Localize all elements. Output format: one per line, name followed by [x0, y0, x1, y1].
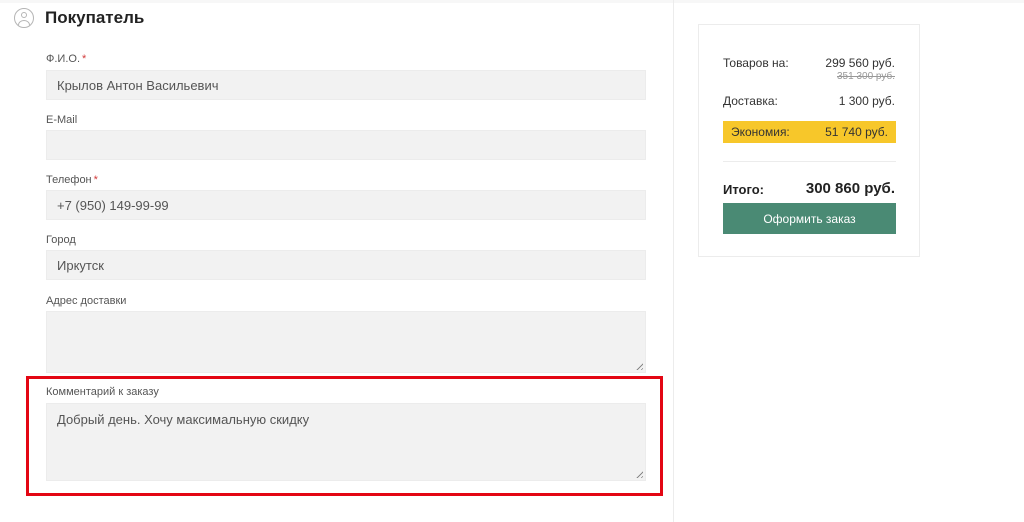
- address-textarea[interactable]: [46, 311, 646, 373]
- goods-label: Товаров на:: [723, 56, 789, 70]
- economy-badge: Экономия: 51 740 руб.: [723, 121, 896, 143]
- resize-handle-icon[interactable]: [634, 361, 643, 370]
- order-summary: Товаров на: 299 560 руб. 351 300 руб. До…: [698, 24, 920, 257]
- email-input[interactable]: [46, 130, 646, 160]
- required-mark: *: [82, 53, 87, 65]
- buyer-form-panel: Покупатель Ф.И.О. * Крылов Антон Васильев…: [0, 0, 674, 522]
- economy-label: Экономия:: [731, 125, 790, 139]
- economy-value: 51 740 руб.: [825, 125, 888, 139]
- phone-input[interactable]: +7 (950) 149-99-99: [46, 190, 646, 220]
- fio-value: Крылов Антон Васильевич: [57, 77, 219, 93]
- fio-label: Ф.И.О. *: [46, 53, 86, 65]
- fio-input[interactable]: Крылов Антон Васильевич: [46, 70, 646, 100]
- section-title: Покупатель: [45, 8, 145, 27]
- annotation-highlight-box: [26, 376, 663, 496]
- delivery-label: Доставка:: [723, 94, 778, 108]
- address-label: Адрес доставки: [46, 295, 127, 307]
- total-value: 300 860 руб.: [805, 180, 895, 197]
- phone-label-text: Телефон: [46, 174, 92, 186]
- fio-label-text: Ф.И.О.: [46, 53, 80, 65]
- user-icon: [14, 8, 34, 28]
- city-label: Город: [46, 234, 76, 246]
- summary-divider: [723, 161, 896, 162]
- city-value: Иркутск: [57, 257, 104, 273]
- goods-old-price: 351 300 руб.: [837, 71, 895, 82]
- required-mark: *: [93, 174, 98, 186]
- place-order-button[interactable]: Оформить заказ: [723, 203, 896, 234]
- delivery-value: 1 300 руб.: [838, 94, 895, 108]
- total-label: Итого:: [723, 182, 764, 197]
- phone-value: +7 (950) 149-99-99: [57, 197, 169, 213]
- email-label: E-Mail: [46, 114, 78, 126]
- phone-label: Телефон *: [46, 174, 98, 186]
- goods-value: 299 560 руб.: [825, 56, 895, 70]
- city-input[interactable]: Иркутск: [46, 250, 646, 280]
- section-header: Покупатель: [14, 6, 144, 30]
